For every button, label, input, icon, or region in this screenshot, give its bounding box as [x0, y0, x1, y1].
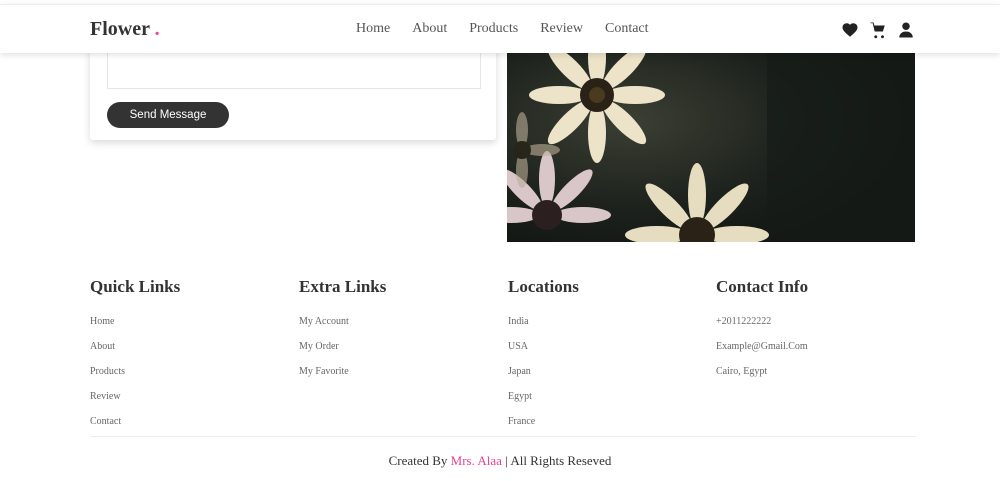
footer-location-india[interactable]: India	[508, 309, 708, 334]
footer-locations: Locations India USA Japan Egypt France	[508, 277, 708, 434]
logo-text: Flower	[90, 18, 150, 40]
main-nav: Home About Products Review Contact	[356, 21, 671, 37]
footer-heading-locations: Locations	[508, 277, 579, 296]
footer-credit: Created By Mrs. Alaa | All Rights Reseve…	[0, 453, 1000, 469]
heart-icon[interactable]	[841, 21, 859, 39]
footer-link-about[interactable]: About	[90, 334, 290, 359]
header: Flower . Home About Products Review Cont…	[0, 4, 1000, 53]
nav-home[interactable]: Home	[356, 21, 390, 37]
nav-about[interactable]: About	[412, 21, 447, 37]
footer-link-my-favorite[interactable]: My Favorite	[299, 359, 499, 384]
nav-contact[interactable]: Contact	[605, 21, 649, 37]
footer-contact-phone[interactable]: +2011222222	[716, 309, 916, 334]
credit-prefix: Created By	[388, 453, 448, 468]
flower-image	[507, 40, 915, 242]
header-icons	[841, 21, 915, 39]
footer-location-egypt[interactable]: Egypt	[508, 384, 708, 409]
nav-review[interactable]: Review	[540, 21, 583, 37]
footer-heading-extra-links: Extra Links	[299, 277, 387, 296]
footer-quick-links: Quick Links Home About Products Review C…	[90, 277, 290, 434]
footer-contact-address[interactable]: Cairo, Egypt	[716, 359, 916, 384]
send-message-button[interactable]: Send Message	[107, 102, 229, 128]
footer-contact-info: Contact Info +2011222222 Example@Gmail.C…	[716, 277, 916, 384]
footer-link-contact[interactable]: Contact	[90, 409, 290, 434]
footer-link-products[interactable]: Products	[90, 359, 290, 384]
footer-location-france[interactable]: France	[508, 409, 708, 434]
footer-link-home[interactable]: Home	[90, 309, 290, 334]
logo[interactable]: Flower .	[90, 18, 160, 41]
nav-products[interactable]: Products	[469, 21, 518, 37]
footer-contact-email[interactable]: Example@Gmail.Com	[716, 334, 916, 359]
user-icon[interactable]	[897, 21, 915, 39]
footer-link-my-account[interactable]: My Account	[299, 309, 499, 334]
footer-location-usa[interactable]: USA	[508, 334, 708, 359]
footer-link-my-order[interactable]: My Order	[299, 334, 499, 359]
contact-form: Send Message	[90, 40, 496, 140]
footer-extra-links: Extra Links My Account My Order My Favor…	[299, 277, 499, 384]
footer-heading-contact-info: Contact Info	[716, 277, 809, 296]
logo-dot: .	[154, 18, 160, 40]
credit-suffix: | All Rights Reseved	[505, 453, 612, 468]
footer-link-review[interactable]: Review	[90, 384, 290, 409]
footer-heading-quick-links: Quick Links	[90, 277, 181, 296]
credit-author: Mrs. Alaa	[450, 453, 502, 468]
cart-icon[interactable]	[869, 21, 887, 39]
footer-divider	[90, 436, 916, 437]
footer-location-japan[interactable]: Japan	[508, 359, 708, 384]
